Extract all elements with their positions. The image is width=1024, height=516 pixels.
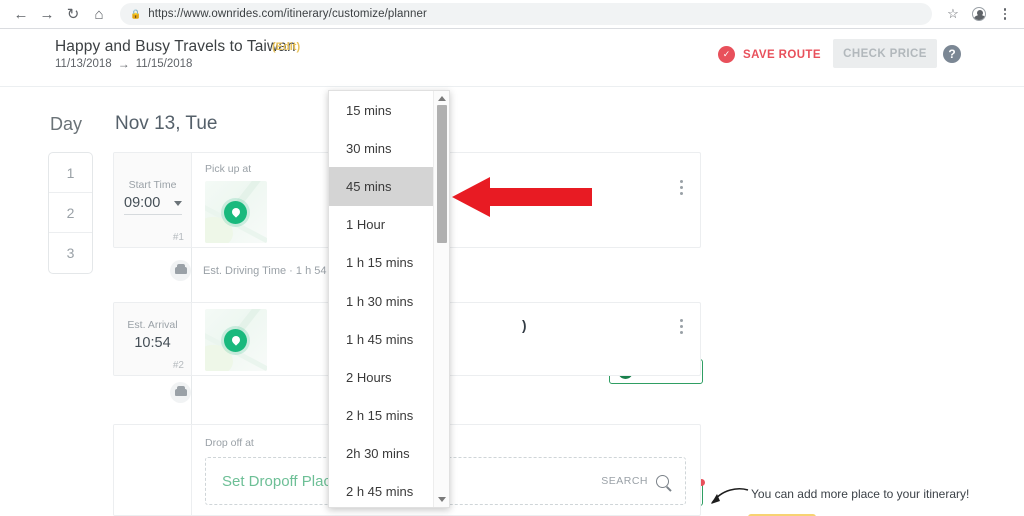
card-arrival-panel: Est. Arrival 10:54 #2 <box>114 303 192 375</box>
edit-trip-link[interactable]: (Edit) <box>272 41 300 53</box>
duration-option-list: 15 mins 30 mins 45 mins 1 Hour 1 h 15 mi… <box>329 91 433 507</box>
dropoff-at-label: Drop off at <box>205 437 254 449</box>
start-time-label: Start Time <box>128 179 177 191</box>
page-title: Happy and Busy Travels to Taiwan <box>55 38 296 55</box>
duration-option[interactable]: 2 h 15 mins <box>329 397 433 435</box>
curved-arrow-icon <box>711 487 749 504</box>
question-mark-icon[interactable]: ? <box>943 45 961 63</box>
back-arrow-icon[interactable]: ← <box>8 1 34 27</box>
duration-option[interactable]: 2h 30 mins <box>329 435 433 473</box>
search-button[interactable]: SEARCH <box>601 474 669 488</box>
card-sequence-number: #2 <box>172 360 184 371</box>
home-icon[interactable]: ⌂ <box>86 1 112 27</box>
dropdown-scrollbar[interactable] <box>433 91 449 507</box>
duration-option[interactable]: 2 h 45 mins <box>329 473 433 507</box>
day-column-label: Day <box>50 114 83 134</box>
forward-arrow-icon[interactable]: → <box>34 1 60 27</box>
url-text: https://www.ownrides.com/itinerary/custo… <box>148 8 427 20</box>
star-icon[interactable]: ☆ <box>940 1 966 27</box>
pickup-at-label: Pick up at <box>205 163 252 175</box>
duration-option[interactable]: 1 h 15 mins <box>329 244 433 282</box>
duration-option[interactable]: 15 mins <box>329 91 433 129</box>
day-selector: 1 2 3 <box>48 152 93 274</box>
trip-date-range: 11/13/2018 → 11/15/2018 <box>55 57 192 71</box>
duration-option-selected[interactable]: 45 mins <box>329 167 433 206</box>
lock-icon: 🔒 <box>130 8 142 19</box>
map-thumbnail[interactable] <box>205 309 267 371</box>
trip-start-date: 11/13/2018 <box>55 58 112 70</box>
card-time-panel: Start Time 09:00 #1 <box>114 153 192 247</box>
place-name-tail: ) <box>522 318 527 333</box>
day-tab-3[interactable]: 3 <box>49 233 92 273</box>
map-pin-icon <box>224 201 247 224</box>
save-route-button[interactable]: ✓ SAVE ROUTE <box>718 46 821 63</box>
date-arrow-icon: → <box>117 57 130 71</box>
kebab-menu-icon[interactable] <box>680 180 683 195</box>
duration-option[interactable]: 30 mins <box>329 129 433 167</box>
trip-end-date: 11/15/2018 <box>135 58 193 70</box>
screen-root: ← → ↻ ⌂ 🔒 https://www.ownrides.com/itine… <box>0 0 1024 516</box>
save-route-label: SAVE ROUTE <box>743 48 821 61</box>
address-bar[interactable]: 🔒 https://www.ownrides.com/itinerary/cus… <box>120 3 932 25</box>
red-pointer-arrow-icon <box>452 177 592 217</box>
scrollbar-thumb[interactable] <box>437 105 447 243</box>
avatar-icon[interactable] <box>966 1 992 27</box>
date-heading: Nov 13, Tue <box>115 113 218 134</box>
est-arrival-value: 10:54 <box>134 335 171 351</box>
kebab-menu-icon[interactable] <box>680 319 683 334</box>
day-tab-2[interactable]: 2 <box>49 193 92 233</box>
dropoff-placeholder: Set Dropoff Place <box>222 472 340 490</box>
car-icon <box>170 382 191 403</box>
map-pin-icon <box>224 329 247 352</box>
duration-option[interactable]: 1 Hour <box>329 206 433 244</box>
browser-toolbar: ← → ↻ ⌂ 🔒 https://www.ownrides.com/itine… <box>0 0 1024 29</box>
duration-option[interactable]: 2 Hours <box>329 358 433 396</box>
map-thumbnail[interactable] <box>205 181 267 243</box>
est-arrival-label: Est. Arrival <box>127 319 178 331</box>
duration-dropdown-menu[interactable]: 15 mins 30 mins 45 mins 1 Hour 1 h 15 mi… <box>328 90 450 508</box>
driving-time-row: Est. Driving Time · 1 h 54 mins <box>170 260 353 281</box>
three-dots-vertical-icon[interactable] <box>992 1 1018 27</box>
driving-time-row-2 <box>170 382 203 403</box>
car-icon <box>170 260 191 281</box>
search-label: SEARCH <box>601 475 648 487</box>
tooltip-text: You can add more place to your itinerary… <box>751 487 970 501</box>
reload-icon[interactable]: ↻ <box>60 1 86 27</box>
scroll-up-arrow-icon[interactable] <box>438 96 446 101</box>
start-time-picker[interactable]: 09:00 <box>124 195 182 215</box>
toolbar-right-group: ☆ <box>940 1 1018 27</box>
check-price-button[interactable]: CHECK PRICE <box>833 39 937 68</box>
duration-option[interactable]: 1 h 45 mins <box>329 320 433 358</box>
duration-option[interactable]: 1 h 30 mins <box>329 282 433 320</box>
card-sequence-number: #1 <box>172 232 184 243</box>
day-tab-1[interactable]: 1 <box>49 153 92 193</box>
start-time-value: 09:00 <box>124 195 161 211</box>
chevron-down-icon <box>174 200 182 206</box>
card-empty-panel <box>114 425 192 515</box>
search-icon <box>656 474 669 488</box>
check-badge-icon: ✓ <box>718 46 735 63</box>
scroll-down-arrow-icon[interactable] <box>438 497 446 502</box>
planner-body: Day Nov 13, Tue 1 2 3 Start Time 09:00 #… <box>0 88 1024 516</box>
